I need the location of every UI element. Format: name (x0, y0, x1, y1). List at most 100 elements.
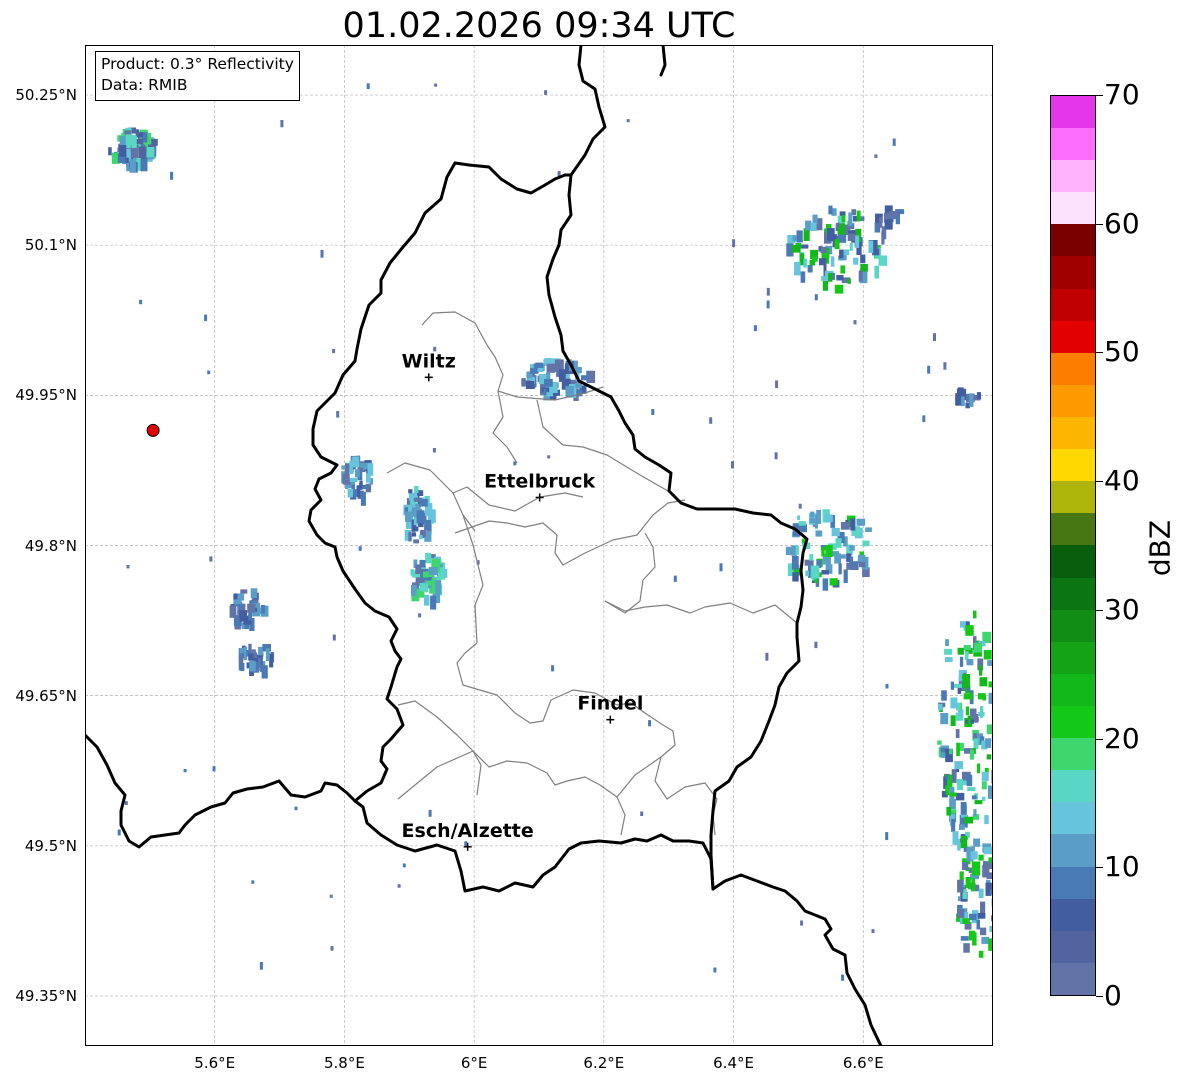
echo-pixel (957, 647, 964, 655)
echo-pixel (792, 572, 799, 582)
echo-pixel (950, 681, 954, 690)
echo-pixel (980, 706, 984, 718)
echo-pixel (140, 159, 148, 172)
echo-pixel (249, 660, 256, 672)
echo-pixel (966, 659, 974, 666)
echo-pixel (410, 569, 415, 576)
echo-pixel (963, 693, 973, 700)
colorbar-segment (1051, 898, 1095, 931)
echo-pixel (428, 567, 438, 576)
echo-pixel (949, 749, 953, 755)
echo-pixel (879, 216, 883, 228)
echo-pixel (980, 901, 986, 914)
radar-site-icon[interactable] (146, 423, 160, 437)
echo-pixel (820, 246, 827, 254)
echo-pixel (848, 212, 853, 227)
echo-pixel (143, 132, 148, 143)
info-box: Product: 0.3° Reflectivity Data: RMIB (95, 51, 300, 101)
echo-speckle (547, 455, 551, 459)
colorbar-tick-label: 40 (1104, 464, 1140, 498)
colorbar-tick-mark (1096, 867, 1103, 869)
echo-pixel (981, 781, 987, 790)
echo-pixel (956, 779, 963, 791)
echo-speckle (871, 929, 875, 933)
map-panel[interactable]: Wiltz Ettelbruck Findel Esch/Alzette (85, 45, 993, 1046)
echo-speckle (814, 641, 818, 649)
echo-pixel (812, 256, 818, 262)
echo-pixel (810, 511, 815, 518)
colorbar-segment (1051, 128, 1095, 161)
echo-pixel (809, 518, 816, 523)
echo-pixel (860, 254, 866, 264)
colorbar-tick-mark (1096, 609, 1103, 611)
echo-pixel (828, 273, 833, 282)
echo-pixel (418, 522, 424, 528)
echo-pixel (862, 540, 870, 547)
echo-speckle (648, 720, 652, 727)
echo-speckle (709, 417, 713, 424)
colorbar-segment (1051, 930, 1095, 963)
echo-pixel (355, 469, 360, 478)
city-label: Findel (577, 693, 643, 715)
echo-pixel (240, 589, 248, 594)
echo-pixel (785, 546, 794, 555)
lon-tick-label: 6°E (460, 1054, 488, 1072)
echo-pixel (119, 145, 127, 157)
echo-pixel (827, 230, 835, 242)
echo-speckle (126, 565, 130, 569)
echo-speckle (945, 774, 949, 780)
colorbar-segment (1051, 256, 1095, 289)
echo-pixel (984, 815, 989, 825)
echo-pixel (961, 396, 965, 407)
echo-pixel (987, 660, 993, 666)
echo-pixel (419, 535, 423, 540)
echo-pixel (248, 612, 252, 621)
echo-pixel (800, 244, 809, 249)
echo-speckle (885, 832, 889, 841)
echo-pixel (834, 284, 844, 294)
echo-pixel (814, 520, 818, 529)
echo-speckle (766, 287, 770, 296)
echo-pixel (125, 136, 134, 144)
echo-pixel (347, 488, 354, 498)
echo-pixel (138, 146, 147, 158)
echo-speckle (775, 380, 779, 389)
echo-pixel (960, 835, 968, 849)
echo-pixel (359, 463, 364, 468)
lon-tick-label: 5.8°E (324, 1054, 365, 1072)
echo-speckle (544, 90, 548, 95)
echo-pixel (843, 569, 848, 583)
echo-speckle (117, 829, 121, 836)
echo-pixel (977, 693, 986, 700)
radar-site-marker[interactable] (146, 423, 160, 437)
echo-pixel (419, 583, 424, 592)
colorbar-tick-label: 50 (1104, 335, 1140, 369)
echo-pixel (240, 663, 245, 672)
echo-pixel (951, 818, 956, 832)
echo-speckle (853, 320, 857, 325)
echo-pixel (966, 774, 973, 787)
echo-pixel (964, 816, 974, 824)
radar-map[interactable]: Wiltz Ettelbruck Findel Esch/Alzette (85, 45, 993, 1046)
echo-pixel (435, 580, 442, 594)
echo-pixel (976, 920, 980, 930)
echo-speckle (204, 314, 208, 322)
colorbar-segment (1051, 96, 1095, 129)
echo-pixel (978, 950, 984, 958)
echo-pixel (973, 809, 977, 817)
echo-speckle (766, 300, 770, 309)
echo-pixel (969, 393, 974, 407)
echo-pixel (834, 553, 841, 564)
echo-pixel (261, 665, 268, 679)
colorbar-tick-label: 60 (1104, 206, 1140, 240)
echo-pixel (856, 210, 861, 222)
echo-pixel (108, 147, 112, 156)
echo-speckle (922, 415, 926, 422)
echo-pixel (868, 240, 874, 253)
echo-pixel (796, 230, 803, 243)
echo-pixel (973, 838, 981, 847)
echo-pixel (803, 258, 808, 268)
echo-pixel (831, 528, 840, 537)
echo-pixel (343, 479, 351, 485)
echo-pixel (979, 677, 988, 687)
